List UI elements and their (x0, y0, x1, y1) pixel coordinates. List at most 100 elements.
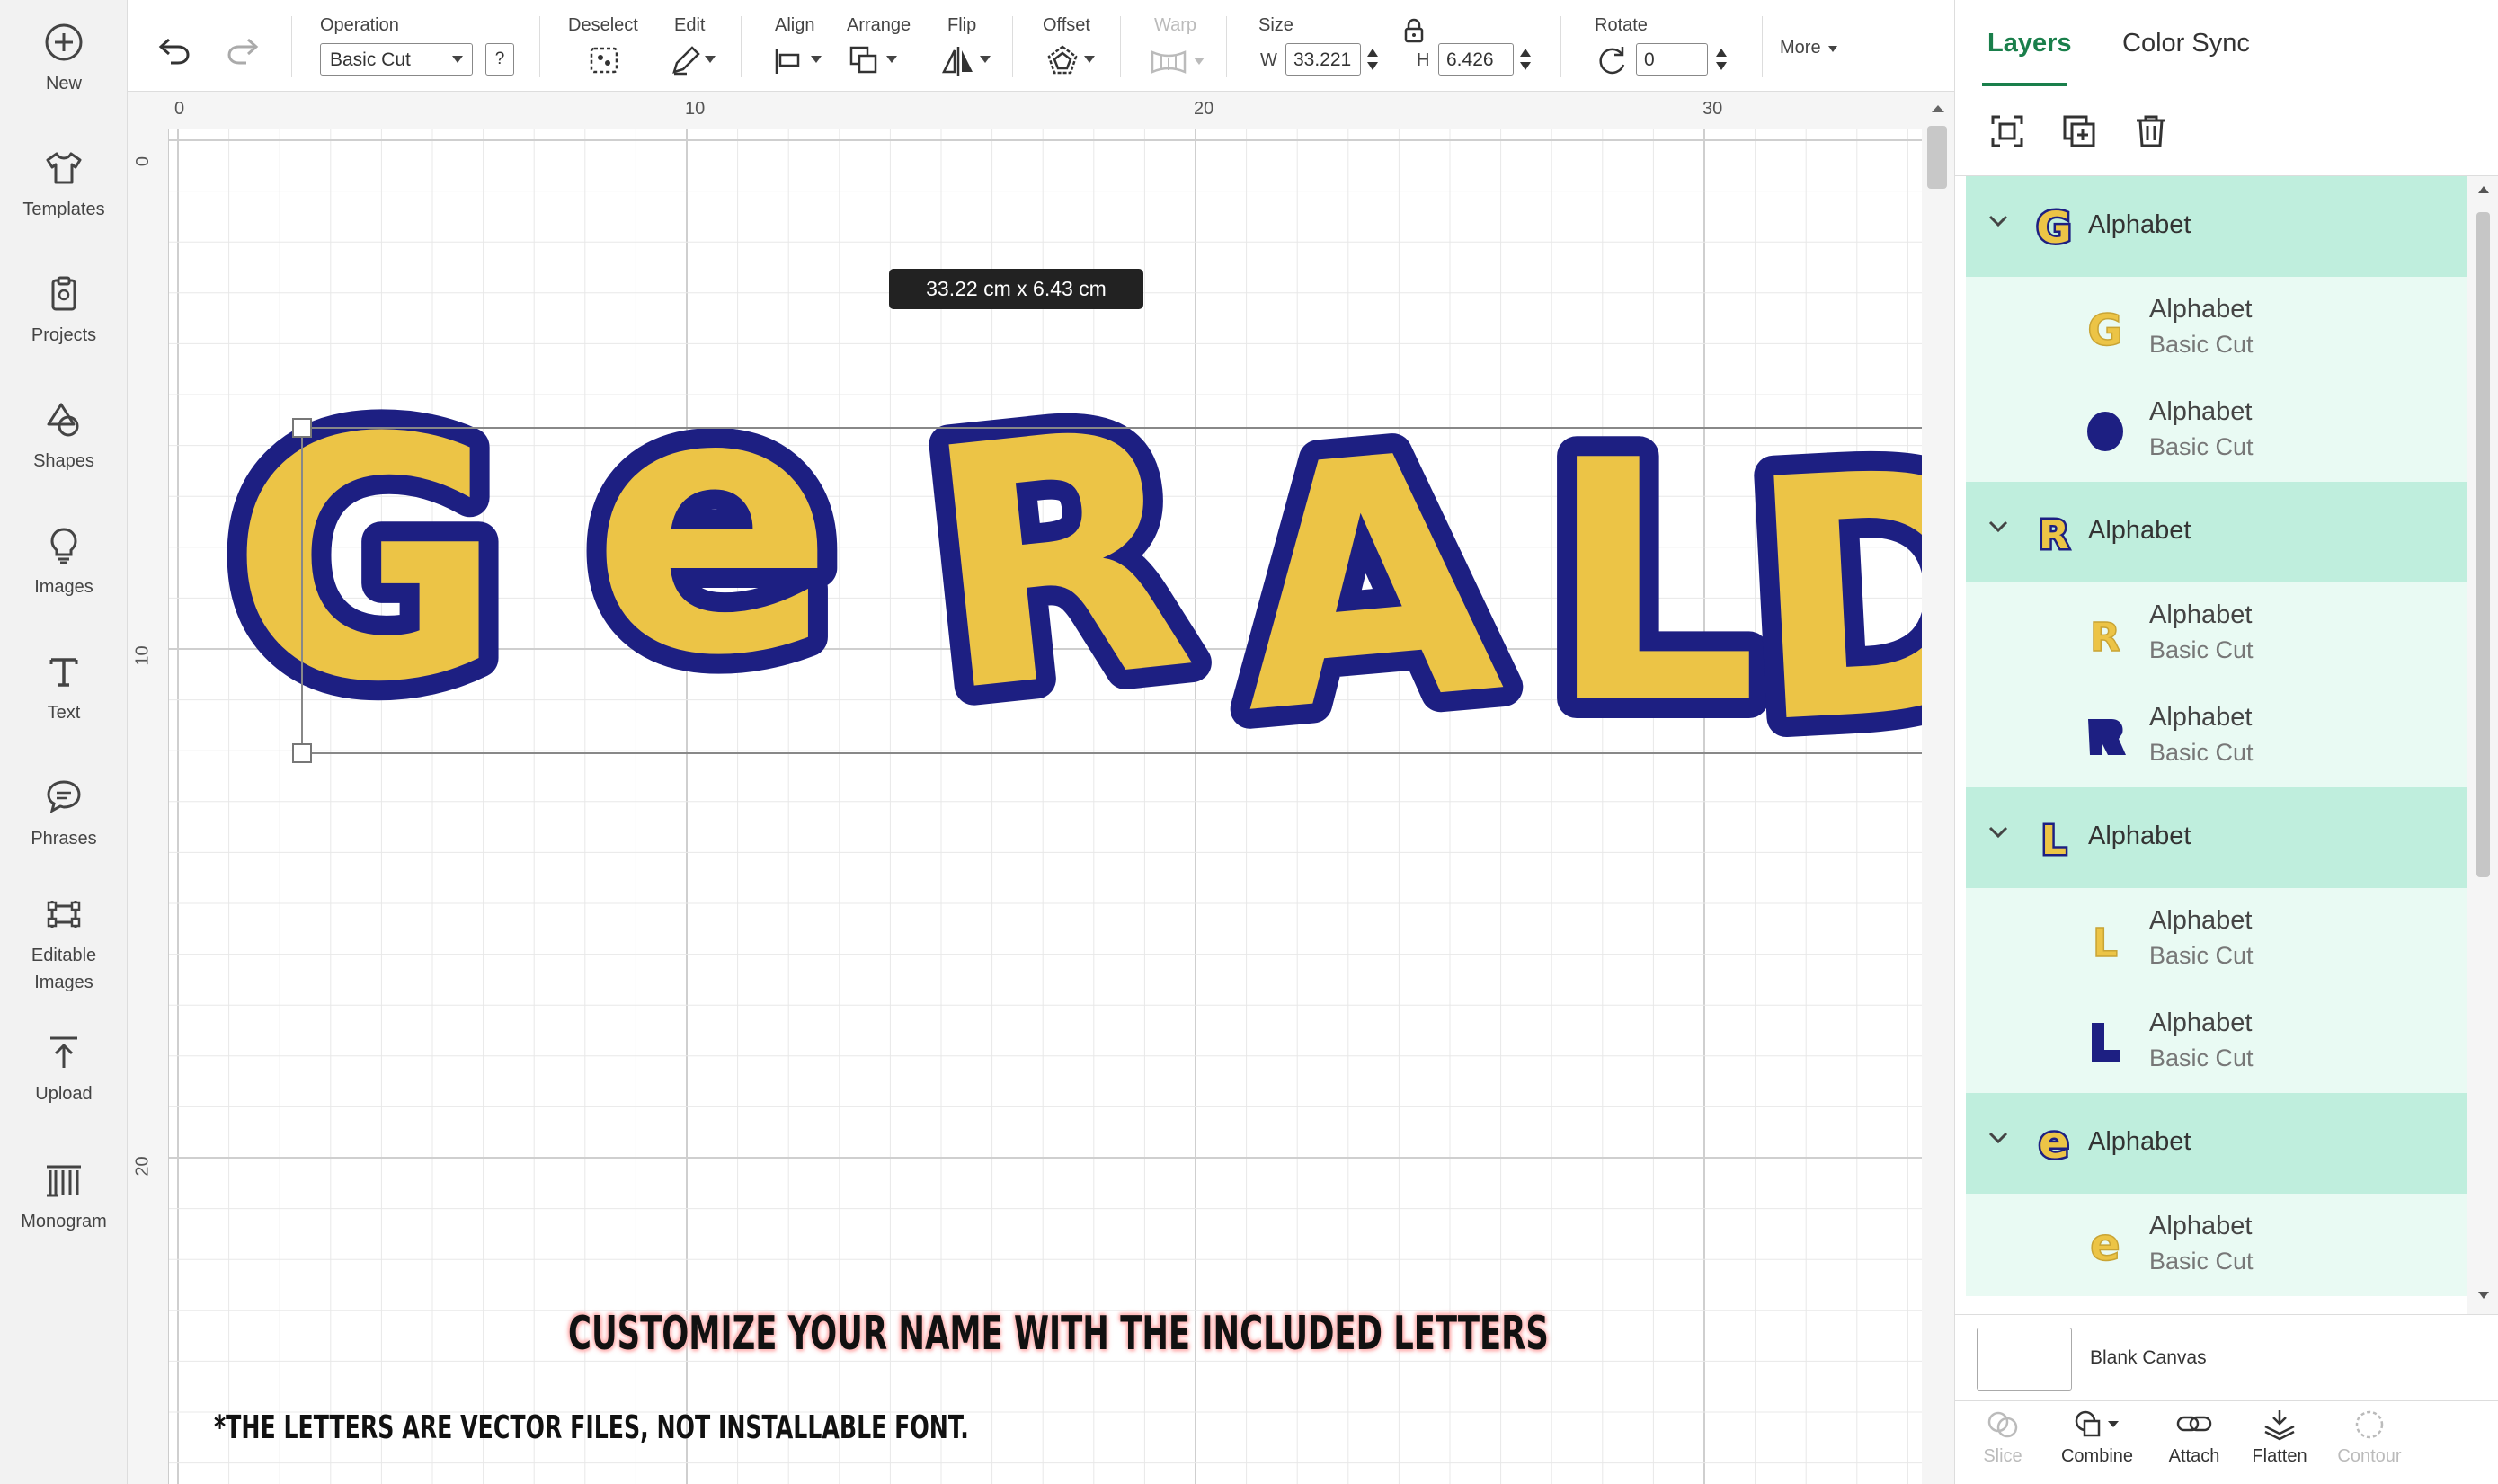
svg-text:e: e (2090, 1221, 2120, 1269)
help-button[interactable]: ? (485, 43, 514, 76)
layer-group[interactable]: L Alphabet (1966, 787, 2467, 888)
chevron-down-icon[interactable] (1987, 214, 2009, 228)
rotate-stepper-icon[interactable] (1715, 47, 1728, 72)
rotate-icon[interactable] (1595, 43, 1629, 77)
letter-e[interactable]: e (591, 316, 834, 734)
canvas-scroll-thumb[interactable] (1927, 126, 1947, 189)
sidebar-item-upload[interactable]: Upload (0, 1032, 128, 1107)
chevron-down-icon[interactable] (1987, 1131, 2009, 1145)
layer-item[interactable]: L Alphabet Basic Cut (1966, 888, 2467, 991)
caret-down-icon[interactable] (1084, 56, 1095, 63)
letter-d[interactable]: D (1740, 397, 1922, 793)
arrange-icon[interactable] (847, 43, 883, 77)
layers-panel: Layers Color Sync G Alphabet G Alphabet … (1954, 0, 2498, 1484)
width-label: W (1260, 50, 1277, 70)
width-stepper-icon[interactable] (1366, 47, 1379, 72)
caret-down-icon[interactable] (886, 56, 897, 63)
layer-item[interactable]: G Alphabet Basic Cut (1966, 277, 2467, 379)
operation-dropdown[interactable]: Basic Cut (320, 43, 473, 76)
layer-name: Alphabet (2149, 295, 2253, 324)
group-icon[interactable] (1987, 111, 2027, 151)
layers-scroll-thumb[interactable] (2476, 212, 2490, 877)
align-label: Align (775, 15, 815, 35)
letter-a[interactable]: A (1222, 380, 1514, 788)
flatten-button[interactable]: Flatten (2241, 1408, 2318, 1467)
layer-group[interactable]: G Alphabet (1966, 176, 2467, 277)
monogram-icon (47, 1165, 81, 1197)
canvas-color-swatch[interactable] (1977, 1328, 2072, 1391)
tab-layers[interactable]: Layers (1987, 29, 2072, 58)
layers-list[interactable]: G Alphabet G Alphabet Basic Cut Alphabet… (1955, 176, 2467, 1314)
slice-button[interactable]: Slice (1975, 1408, 2031, 1467)
layers-scrollbar[interactable] (2467, 176, 2498, 1314)
caret-down-icon[interactable] (980, 56, 991, 63)
rotate-input[interactable]: 0 (1636, 43, 1708, 76)
size-label: Size (1258, 15, 1293, 35)
layer-group[interactable]: R Alphabet (1966, 482, 2467, 582)
edit-label: Edit (674, 15, 706, 35)
chevron-down-icon[interactable] (1987, 825, 2009, 840)
scroll-down-icon[interactable] (2477, 1291, 2490, 1300)
letter-l[interactable]: L (1546, 391, 1758, 778)
undo-icon[interactable] (156, 34, 192, 67)
resize-handle[interactable] (292, 418, 312, 438)
sidebar-label: Shapes (33, 451, 94, 471)
blank-canvas-row[interactable]: Blank Canvas (1955, 1314, 2498, 1400)
contour-button[interactable]: Contour (2327, 1408, 2412, 1467)
pencil-icon[interactable] (667, 43, 703, 77)
width-input[interactable]: 33.221 (1285, 43, 1361, 76)
ruler-number: 10 (132, 645, 153, 666)
letter-g-outline-icon (2087, 412, 2123, 451)
height-input[interactable]: 6.426 (1438, 43, 1514, 76)
contour-icon (2355, 1410, 2384, 1439)
lock-icon[interactable] (1402, 18, 1426, 43)
chevron-down-icon[interactable] (1987, 520, 2009, 534)
align-icon[interactable] (771, 43, 807, 77)
letter-r-fill-icon: R (2089, 614, 2120, 658)
scroll-up-icon[interactable] (2477, 185, 2490, 194)
sidebar-label: Upload (35, 1084, 93, 1104)
redo-icon[interactable] (225, 34, 261, 67)
layer-item[interactable]: e Alphabet Basic Cut (1966, 1194, 2467, 1296)
layer-item[interactable]: Alphabet Basic Cut (1966, 991, 2467, 1093)
letter-r[interactable]: R (911, 356, 1206, 767)
duplicate-icon[interactable] (2059, 111, 2099, 151)
design-canvas[interactable]: 0 10 20 30 0 10 20 33.22 cm x 6.43 cm G … (128, 92, 1954, 1484)
layer-group[interactable]: e Alphabet (1966, 1093, 2467, 1194)
trash-icon[interactable] (2131, 111, 2171, 151)
layer-operation: Basic Cut (2149, 331, 2254, 358)
resize-handle[interactable] (292, 743, 312, 763)
letter-g-fill-icon: G (2087, 305, 2124, 352)
offset-icon[interactable] (1045, 43, 1080, 77)
letter-g[interactable]: G (230, 369, 503, 755)
layer-group-name: Alphabet (2088, 210, 2191, 239)
sidebar-item-shapes[interactable]: Shapes (0, 399, 128, 475)
sidebar-item-templates[interactable]: Templates (0, 147, 128, 223)
sidebar-item-new[interactable]: New (0, 22, 128, 97)
layer-item[interactable]: Alphabet Basic Cut (1966, 685, 2467, 787)
scroll-up-icon[interactable] (1931, 104, 1945, 113)
deselect-icon[interactable] (586, 43, 622, 77)
layer-item[interactable]: R Alphabet Basic Cut (1966, 582, 2467, 685)
layer-group-name: Alphabet (2088, 822, 2191, 850)
sidebar-item-text[interactable]: Text (0, 651, 128, 726)
layer-item[interactable]: Alphabet Basic Cut (1966, 379, 2467, 482)
flip-icon[interactable] (940, 43, 976, 77)
height-stepper-icon[interactable] (1519, 47, 1532, 72)
tab-color-sync[interactable]: Color Sync (2122, 29, 2250, 58)
caret-down-icon[interactable] (705, 56, 716, 63)
sidebar-label: Phrases (31, 829, 97, 849)
gerald-letter-group[interactable]: G G e e R R A A L L D D (160, 289, 1922, 793)
sidebar-item-images[interactable]: Images (0, 525, 128, 600)
sidebar-item-projects[interactable]: Projects (0, 273, 128, 349)
more-button[interactable]: More (1780, 38, 1821, 58)
combine-button[interactable]: Combine (2052, 1408, 2142, 1467)
letter-r-icon: R (2037, 511, 2072, 558)
attach-button[interactable]: Attach (2156, 1408, 2232, 1467)
caret-down-icon[interactable] (811, 56, 822, 63)
caret-down-icon[interactable] (1828, 46, 1837, 52)
canvas-scrollbar[interactable] (1922, 92, 1954, 1484)
sidebar-item-editable-images[interactable]: Editable Images (0, 893, 128, 996)
sidebar-item-monogram[interactable]: Monogram (0, 1160, 128, 1235)
sidebar-item-phrases[interactable]: Phrases (0, 777, 128, 852)
